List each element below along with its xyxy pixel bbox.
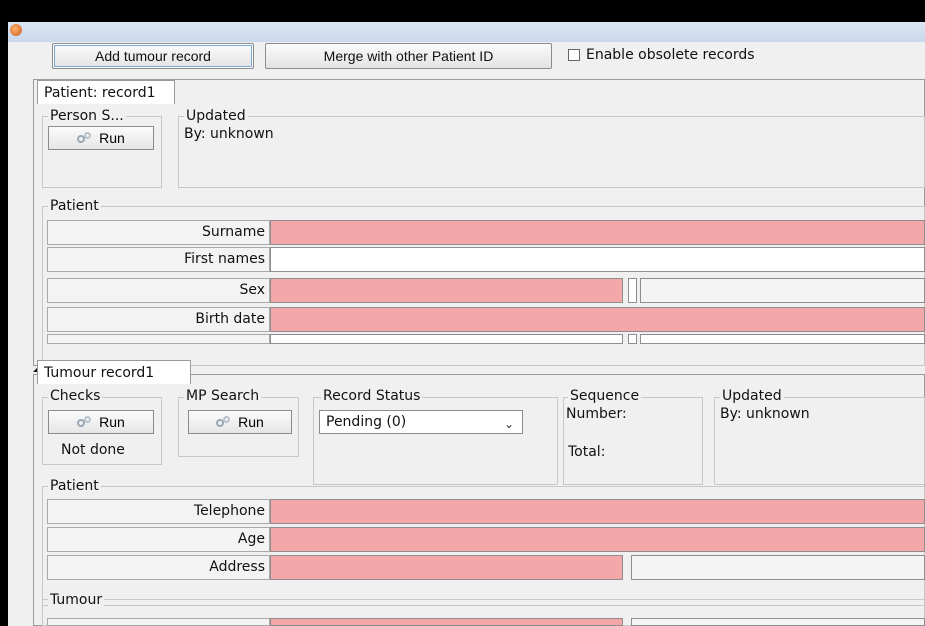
checks-status: Not done bbox=[61, 442, 125, 458]
tab-patient-record[interactable]: Patient: record1 bbox=[37, 80, 175, 104]
tab-tumour-label: Tumour record1 bbox=[44, 364, 155, 381]
address-extra-field[interactable] bbox=[631, 555, 925, 580]
sequence-number-label: Number: bbox=[566, 406, 627, 422]
tumour-patient-title: Patient bbox=[48, 478, 101, 494]
tumour-row-field-right bbox=[631, 618, 925, 626]
run-icon bbox=[77, 132, 93, 144]
person-search-title: Person S... bbox=[48, 108, 126, 124]
address-label: Address bbox=[47, 555, 270, 580]
record-status-select[interactable]: Pending (0) ⌄ bbox=[319, 410, 523, 434]
merge-patient-button[interactable]: Merge with other Patient ID bbox=[265, 43, 552, 69]
checks-title: Checks bbox=[48, 388, 103, 404]
sex-description-field[interactable] bbox=[640, 278, 925, 303]
birth-date-label: Birth date bbox=[47, 307, 270, 332]
mp-run-label: Run bbox=[238, 414, 264, 430]
enable-obsolete-checkbox[interactable] bbox=[568, 49, 580, 61]
add-tumour-record-button[interactable]: Add tumour record bbox=[52, 43, 254, 69]
tumour-updated-by: By: unknown bbox=[720, 406, 810, 422]
patient-updated-group bbox=[178, 116, 925, 188]
tab-patient-label: Patient: record1 bbox=[44, 84, 156, 101]
telephone-label: Telephone bbox=[47, 499, 270, 524]
checks-run-label: Run bbox=[99, 414, 125, 430]
tumour-updated-title: Updated bbox=[720, 388, 784, 404]
tumour-row-label bbox=[47, 618, 270, 626]
record-status-title: Record Status bbox=[321, 388, 423, 404]
sex-divider bbox=[628, 278, 637, 303]
tumour-row-field bbox=[270, 618, 623, 626]
surname-label: Surname bbox=[47, 220, 270, 245]
next-row-field-right bbox=[640, 334, 925, 344]
record-status-value: Pending (0) bbox=[326, 414, 407, 430]
next-row-label bbox=[47, 334, 270, 344]
enable-obsolete-toggle[interactable]: Enable obsolete records bbox=[568, 47, 755, 63]
address-input[interactable] bbox=[270, 555, 623, 580]
enable-obsolete-label: Enable obsolete records bbox=[586, 47, 755, 63]
mp-search-title: MP Search bbox=[184, 388, 262, 404]
mp-search-run-button[interactable]: Run bbox=[188, 410, 292, 434]
first-names-label: First names bbox=[47, 247, 270, 272]
app-icon bbox=[10, 24, 22, 36]
sex-label: Sex bbox=[47, 278, 270, 303]
sex-input[interactable] bbox=[270, 278, 623, 303]
patient-updated-title: Updated bbox=[184, 108, 248, 124]
patient-fields-title: Patient bbox=[48, 198, 101, 214]
checks-run-button[interactable]: Run bbox=[48, 410, 154, 434]
age-input[interactable] bbox=[270, 527, 925, 552]
telephone-input[interactable] bbox=[270, 499, 925, 524]
first-names-input[interactable] bbox=[270, 247, 925, 272]
main-window: Add tumour record Merge with other Patie… bbox=[8, 22, 925, 626]
age-label: Age bbox=[47, 527, 270, 552]
next-row-field bbox=[270, 334, 623, 344]
person-search-run-button[interactable]: Run bbox=[48, 126, 154, 150]
title-bar bbox=[8, 22, 925, 42]
sequence-title: Sequence bbox=[568, 388, 642, 404]
chevron-down-icon: ⌄ bbox=[503, 417, 514, 431]
next-row-divider bbox=[628, 334, 637, 344]
tumour-fields-title: Tumour bbox=[48, 592, 105, 608]
patient-updated-by: By: unknown bbox=[184, 126, 274, 142]
run-icon bbox=[77, 416, 93, 428]
birth-date-input[interactable] bbox=[270, 307, 925, 332]
run-icon bbox=[216, 416, 232, 428]
sequence-total-label: Total: bbox=[568, 444, 606, 460]
tab-tumour-record[interactable]: Tumour record1 bbox=[37, 360, 191, 384]
run-label: Run bbox=[99, 130, 125, 146]
surname-input[interactable] bbox=[270, 220, 925, 245]
